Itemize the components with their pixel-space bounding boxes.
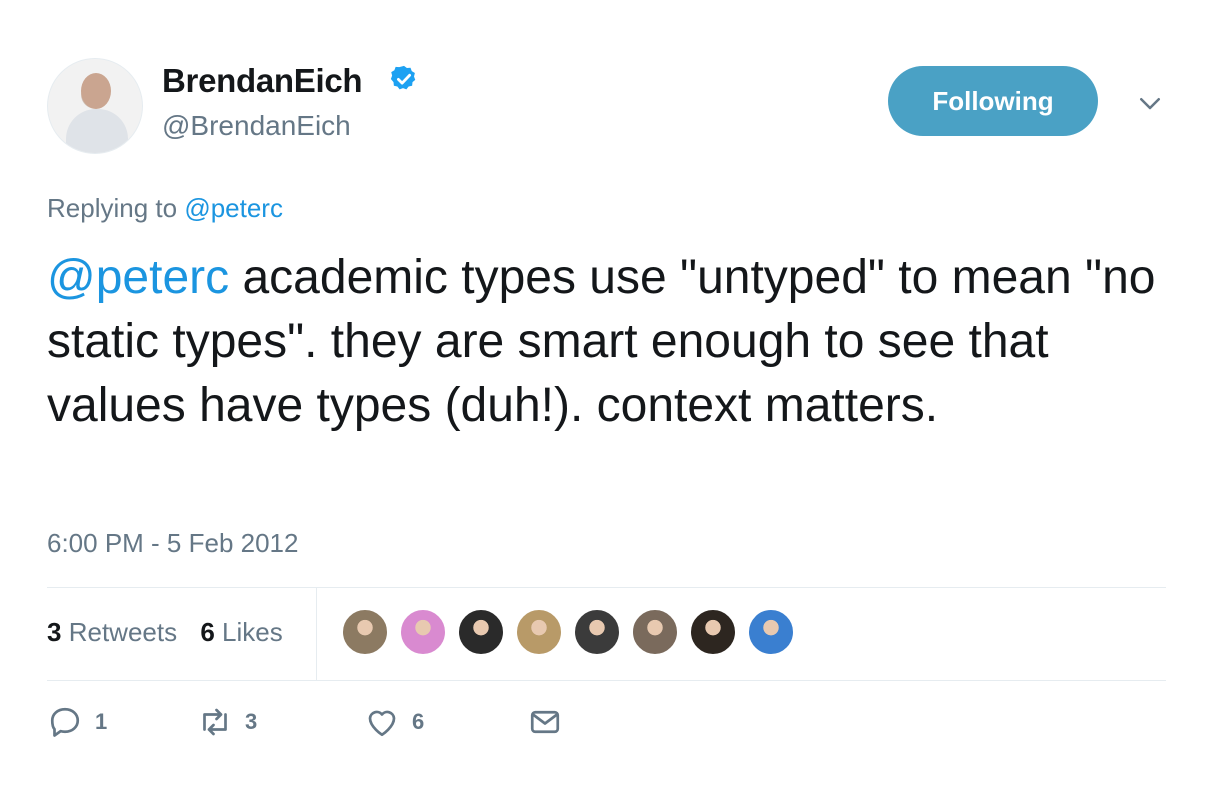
- retweet-count: 3: [245, 709, 258, 734]
- heart-icon: [368, 710, 396, 737]
- liker-avatar[interactable]: [573, 608, 621, 656]
- divider-bottom: [47, 680, 1166, 681]
- mail-icon: [530, 710, 560, 734]
- likes-stat[interactable]: 6 Likes: [200, 617, 282, 647]
- like-button[interactable]: 6: [364, 704, 527, 740]
- chevron-down-icon[interactable]: [1135, 88, 1165, 118]
- reply-button[interactable]: 1: [47, 704, 197, 740]
- liker-avatar[interactable]: [747, 608, 795, 656]
- reply-count: 1: [95, 709, 108, 734]
- reply-context-mention[interactable]: @peterc: [184, 193, 283, 223]
- retweets-stat[interactable]: 3 Retweets: [47, 617, 177, 647]
- liker-avatar[interactable]: [631, 608, 679, 656]
- author-handle[interactable]: @BrendanEich: [162, 110, 351, 142]
- author-name[interactable]: BrendanEich: [162, 62, 363, 100]
- liker-avatars: [341, 608, 805, 656]
- likes-label: Likes: [222, 617, 283, 647]
- author-avatar[interactable]: [47, 58, 143, 154]
- reply-context: Replying to @peterc: [47, 193, 283, 224]
- liker-avatar[interactable]: [457, 608, 505, 656]
- like-count: 6: [412, 709, 425, 734]
- divider-top: [47, 587, 1166, 588]
- tweet-text: @peterc academic types use "untyped" to …: [47, 246, 1177, 438]
- engagement-stats: 3 Retweets 6 Likes: [47, 617, 283, 648]
- retweet-button[interactable]: 3: [197, 704, 364, 740]
- retweets-count: 3: [47, 617, 62, 647]
- stats-separator: [316, 588, 317, 680]
- avatar-shirt: [66, 109, 128, 153]
- likes-count: 6: [200, 617, 215, 647]
- liker-avatar[interactable]: [341, 608, 389, 656]
- reply-context-prefix: Replying to: [47, 193, 178, 223]
- avatar-head: [81, 73, 111, 109]
- verified-badge-icon: [390, 65, 416, 90]
- liker-avatar[interactable]: [689, 608, 737, 656]
- liker-avatar[interactable]: [399, 608, 447, 656]
- liker-avatar[interactable]: [515, 608, 563, 656]
- following-button[interactable]: Following: [888, 66, 1098, 136]
- direct-message-button[interactable]: [527, 704, 563, 740]
- tweet-mention[interactable]: @peterc: [47, 251, 229, 304]
- tweet-timestamp[interactable]: 6:00 PM - 5 Feb 2012: [47, 528, 298, 559]
- tweet-actions: 1 3 6: [47, 704, 563, 740]
- retweet-icon: [203, 708, 227, 736]
- retweets-label: Retweets: [68, 617, 178, 647]
- reply-icon: [50, 707, 80, 737]
